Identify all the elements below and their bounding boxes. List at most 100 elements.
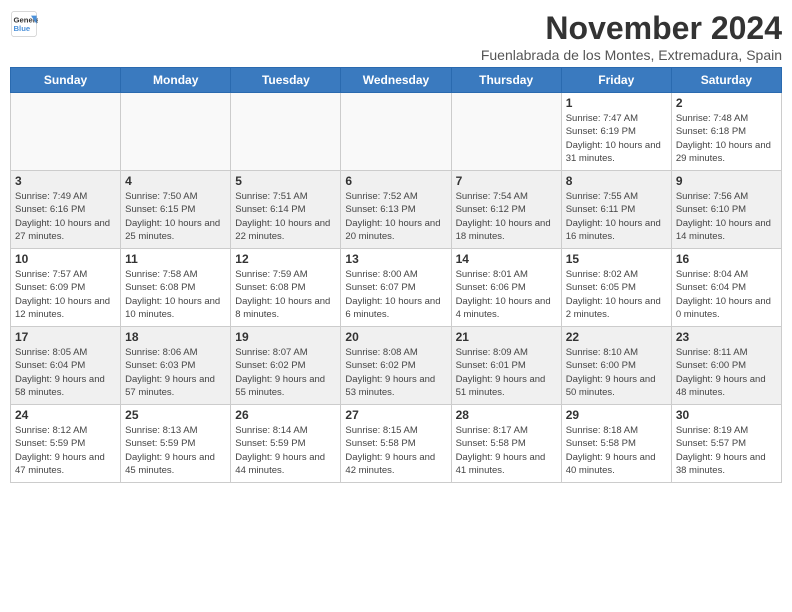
day-info: Sunrise: 8:15 AMSunset: 5:58 PMDaylight:… bbox=[345, 424, 446, 477]
day-header-saturday: Saturday bbox=[671, 68, 781, 93]
day-number: 9 bbox=[676, 174, 777, 188]
day-info: Sunrise: 7:59 AMSunset: 6:08 PMDaylight:… bbox=[235, 268, 336, 321]
day-cell: 10 Sunrise: 7:57 AMSunset: 6:09 PMDayligh… bbox=[11, 249, 121, 327]
week-row-4: 17 Sunrise: 8:05 AMSunset: 6:04 PMDayligh… bbox=[11, 327, 782, 405]
day-number: 8 bbox=[566, 174, 667, 188]
day-info: Sunrise: 8:05 AMSunset: 6:04 PMDaylight:… bbox=[15, 346, 116, 399]
day-number: 26 bbox=[235, 408, 336, 422]
day-info: Sunrise: 7:51 AMSunset: 6:14 PMDaylight:… bbox=[235, 190, 336, 243]
day-number: 19 bbox=[235, 330, 336, 344]
week-row-1: 1 Sunrise: 7:47 AMSunset: 6:19 PMDaylight… bbox=[11, 93, 782, 171]
day-number: 18 bbox=[125, 330, 226, 344]
day-info: Sunrise: 8:09 AMSunset: 6:01 PMDaylight:… bbox=[456, 346, 557, 399]
day-cell: 5 Sunrise: 7:51 AMSunset: 6:14 PMDaylight… bbox=[231, 171, 341, 249]
svg-text:Blue: Blue bbox=[14, 24, 31, 33]
day-cell: 30Sunrise: 8:19 AMSunset: 5:57 PMDayligh… bbox=[671, 405, 781, 483]
day-header-thursday: Thursday bbox=[451, 68, 561, 93]
day-number: 29 bbox=[566, 408, 667, 422]
day-number: 20 bbox=[345, 330, 446, 344]
day-info: Sunrise: 7:49 AMSunset: 6:16 PMDaylight:… bbox=[15, 190, 116, 243]
day-cell bbox=[451, 93, 561, 171]
day-cell: 24 Sunrise: 8:12 AMSunset: 5:59 PMDayligh… bbox=[11, 405, 121, 483]
day-cell bbox=[231, 93, 341, 171]
day-number: 14 bbox=[456, 252, 557, 266]
day-cell bbox=[11, 93, 121, 171]
day-number: 24 bbox=[15, 408, 116, 422]
day-info: Sunrise: 8:00 AMSunset: 6:07 PMDaylight:… bbox=[345, 268, 446, 321]
page-header: General Blue November 2024 Fuenlabrada d… bbox=[10, 10, 782, 63]
day-number: 16 bbox=[676, 252, 777, 266]
calendar-table: SundayMondayTuesdayWednesdayThursdayFrid… bbox=[10, 67, 782, 483]
day-number: 22 bbox=[566, 330, 667, 344]
day-info: Sunrise: 8:13 AMSunset: 5:59 PMDaylight:… bbox=[125, 424, 226, 477]
day-cell: 19 Sunrise: 8:07 AMSunset: 6:02 PMDayligh… bbox=[231, 327, 341, 405]
day-cell: 11Sunrise: 7:58 AMSunset: 6:08 PMDayligh… bbox=[121, 249, 231, 327]
subtitle: Fuenlabrada de los Montes, Extremadura, … bbox=[481, 47, 782, 63]
day-number: 2 bbox=[676, 96, 777, 110]
day-header-wednesday: Wednesday bbox=[341, 68, 451, 93]
day-number: 15 bbox=[566, 252, 667, 266]
day-info: Sunrise: 7:58 AMSunset: 6:08 PMDaylight:… bbox=[125, 268, 226, 321]
day-cell: 7Sunrise: 7:54 AMSunset: 6:12 PMDaylight… bbox=[451, 171, 561, 249]
day-info: Sunrise: 8:04 AMSunset: 6:04 PMDaylight:… bbox=[676, 268, 777, 321]
day-info: Sunrise: 8:17 AMSunset: 5:58 PMDaylight:… bbox=[456, 424, 557, 477]
day-number: 1 bbox=[566, 96, 667, 110]
day-info: Sunrise: 7:50 AMSunset: 6:15 PMDaylight:… bbox=[125, 190, 226, 243]
day-header-monday: Monday bbox=[121, 68, 231, 93]
day-info: Sunrise: 8:01 AMSunset: 6:06 PMDaylight:… bbox=[456, 268, 557, 321]
month-title: November 2024 bbox=[481, 10, 782, 47]
week-row-2: 3 Sunrise: 7:49 AMSunset: 6:16 PMDaylight… bbox=[11, 171, 782, 249]
day-number: 21 bbox=[456, 330, 557, 344]
day-header-row: SundayMondayTuesdayWednesdayThursdayFrid… bbox=[11, 68, 782, 93]
day-cell: 18Sunrise: 8:06 AMSunset: 6:03 PMDayligh… bbox=[121, 327, 231, 405]
day-cell: 6Sunrise: 7:52 AMSunset: 6:13 PMDaylight… bbox=[341, 171, 451, 249]
day-cell: 28 Sunrise: 8:17 AMSunset: 5:58 PMDayligh… bbox=[451, 405, 561, 483]
day-cell: 9 Sunrise: 7:56 AMSunset: 6:10 PMDaylight… bbox=[671, 171, 781, 249]
day-header-tuesday: Tuesday bbox=[231, 68, 341, 93]
day-cell: 3 Sunrise: 7:49 AMSunset: 6:16 PMDaylight… bbox=[11, 171, 121, 249]
day-info: Sunrise: 8:02 AMSunset: 6:05 PMDaylight:… bbox=[566, 268, 667, 321]
day-cell: 1 Sunrise: 7:47 AMSunset: 6:19 PMDaylight… bbox=[561, 93, 671, 171]
day-cell bbox=[341, 93, 451, 171]
day-info: Sunrise: 8:07 AMSunset: 6:02 PMDaylight:… bbox=[235, 346, 336, 399]
day-cell: 26 Sunrise: 8:14 AMSunset: 5:59 PMDayligh… bbox=[231, 405, 341, 483]
day-number: 17 bbox=[15, 330, 116, 344]
logo: General Blue bbox=[10, 10, 38, 38]
day-info: Sunrise: 8:11 AMSunset: 6:00 PMDaylight:… bbox=[676, 346, 777, 399]
logo-icon: General Blue bbox=[10, 10, 38, 38]
day-number: 27 bbox=[345, 408, 446, 422]
day-info: Sunrise: 7:57 AMSunset: 6:09 PMDaylight:… bbox=[15, 268, 116, 321]
day-header-friday: Friday bbox=[561, 68, 671, 93]
week-row-3: 10 Sunrise: 7:57 AMSunset: 6:09 PMDayligh… bbox=[11, 249, 782, 327]
day-info: Sunrise: 8:14 AMSunset: 5:59 PMDaylight:… bbox=[235, 424, 336, 477]
day-cell: 4Sunrise: 7:50 AMSunset: 6:15 PMDaylight… bbox=[121, 171, 231, 249]
day-info: Sunrise: 7:56 AMSunset: 6:10 PMDaylight:… bbox=[676, 190, 777, 243]
day-number: 23 bbox=[676, 330, 777, 344]
day-number: 30 bbox=[676, 408, 777, 422]
day-info: Sunrise: 8:18 AMSunset: 5:58 PMDaylight:… bbox=[566, 424, 667, 477]
day-cell: 22 Sunrise: 8:10 AMSunset: 6:00 PMDayligh… bbox=[561, 327, 671, 405]
day-info: Sunrise: 8:12 AMSunset: 5:59 PMDaylight:… bbox=[15, 424, 116, 477]
day-cell: 14 Sunrise: 8:01 AMSunset: 6:06 PMDayligh… bbox=[451, 249, 561, 327]
day-number: 6 bbox=[345, 174, 446, 188]
day-number: 28 bbox=[456, 408, 557, 422]
day-header-sunday: Sunday bbox=[11, 68, 121, 93]
day-number: 13 bbox=[345, 252, 446, 266]
day-info: Sunrise: 8:10 AMSunset: 6:00 PMDaylight:… bbox=[566, 346, 667, 399]
day-info: Sunrise: 8:08 AMSunset: 6:02 PMDaylight:… bbox=[345, 346, 446, 399]
day-info: Sunrise: 7:48 AMSunset: 6:18 PMDaylight:… bbox=[676, 112, 777, 165]
day-cell: 12 Sunrise: 7:59 AMSunset: 6:08 PMDayligh… bbox=[231, 249, 341, 327]
day-number: 5 bbox=[235, 174, 336, 188]
day-cell: 27 Sunrise: 8:15 AMSunset: 5:58 PMDayligh… bbox=[341, 405, 451, 483]
day-number: 25 bbox=[125, 408, 226, 422]
day-cell: 25 Sunrise: 8:13 AMSunset: 5:59 PMDayligh… bbox=[121, 405, 231, 483]
day-cell bbox=[121, 93, 231, 171]
day-number: 12 bbox=[235, 252, 336, 266]
day-number: 3 bbox=[15, 174, 116, 188]
day-cell: 23 Sunrise: 8:11 AMSunset: 6:00 PMDayligh… bbox=[671, 327, 781, 405]
day-number: 10 bbox=[15, 252, 116, 266]
day-info: Sunrise: 7:55 AMSunset: 6:11 PMDaylight:… bbox=[566, 190, 667, 243]
day-info: Sunrise: 7:47 AMSunset: 6:19 PMDaylight:… bbox=[566, 112, 667, 165]
day-cell: 2 Sunrise: 7:48 AMSunset: 6:18 PMDaylight… bbox=[671, 93, 781, 171]
day-cell: 8 Sunrise: 7:55 AMSunset: 6:11 PMDaylight… bbox=[561, 171, 671, 249]
